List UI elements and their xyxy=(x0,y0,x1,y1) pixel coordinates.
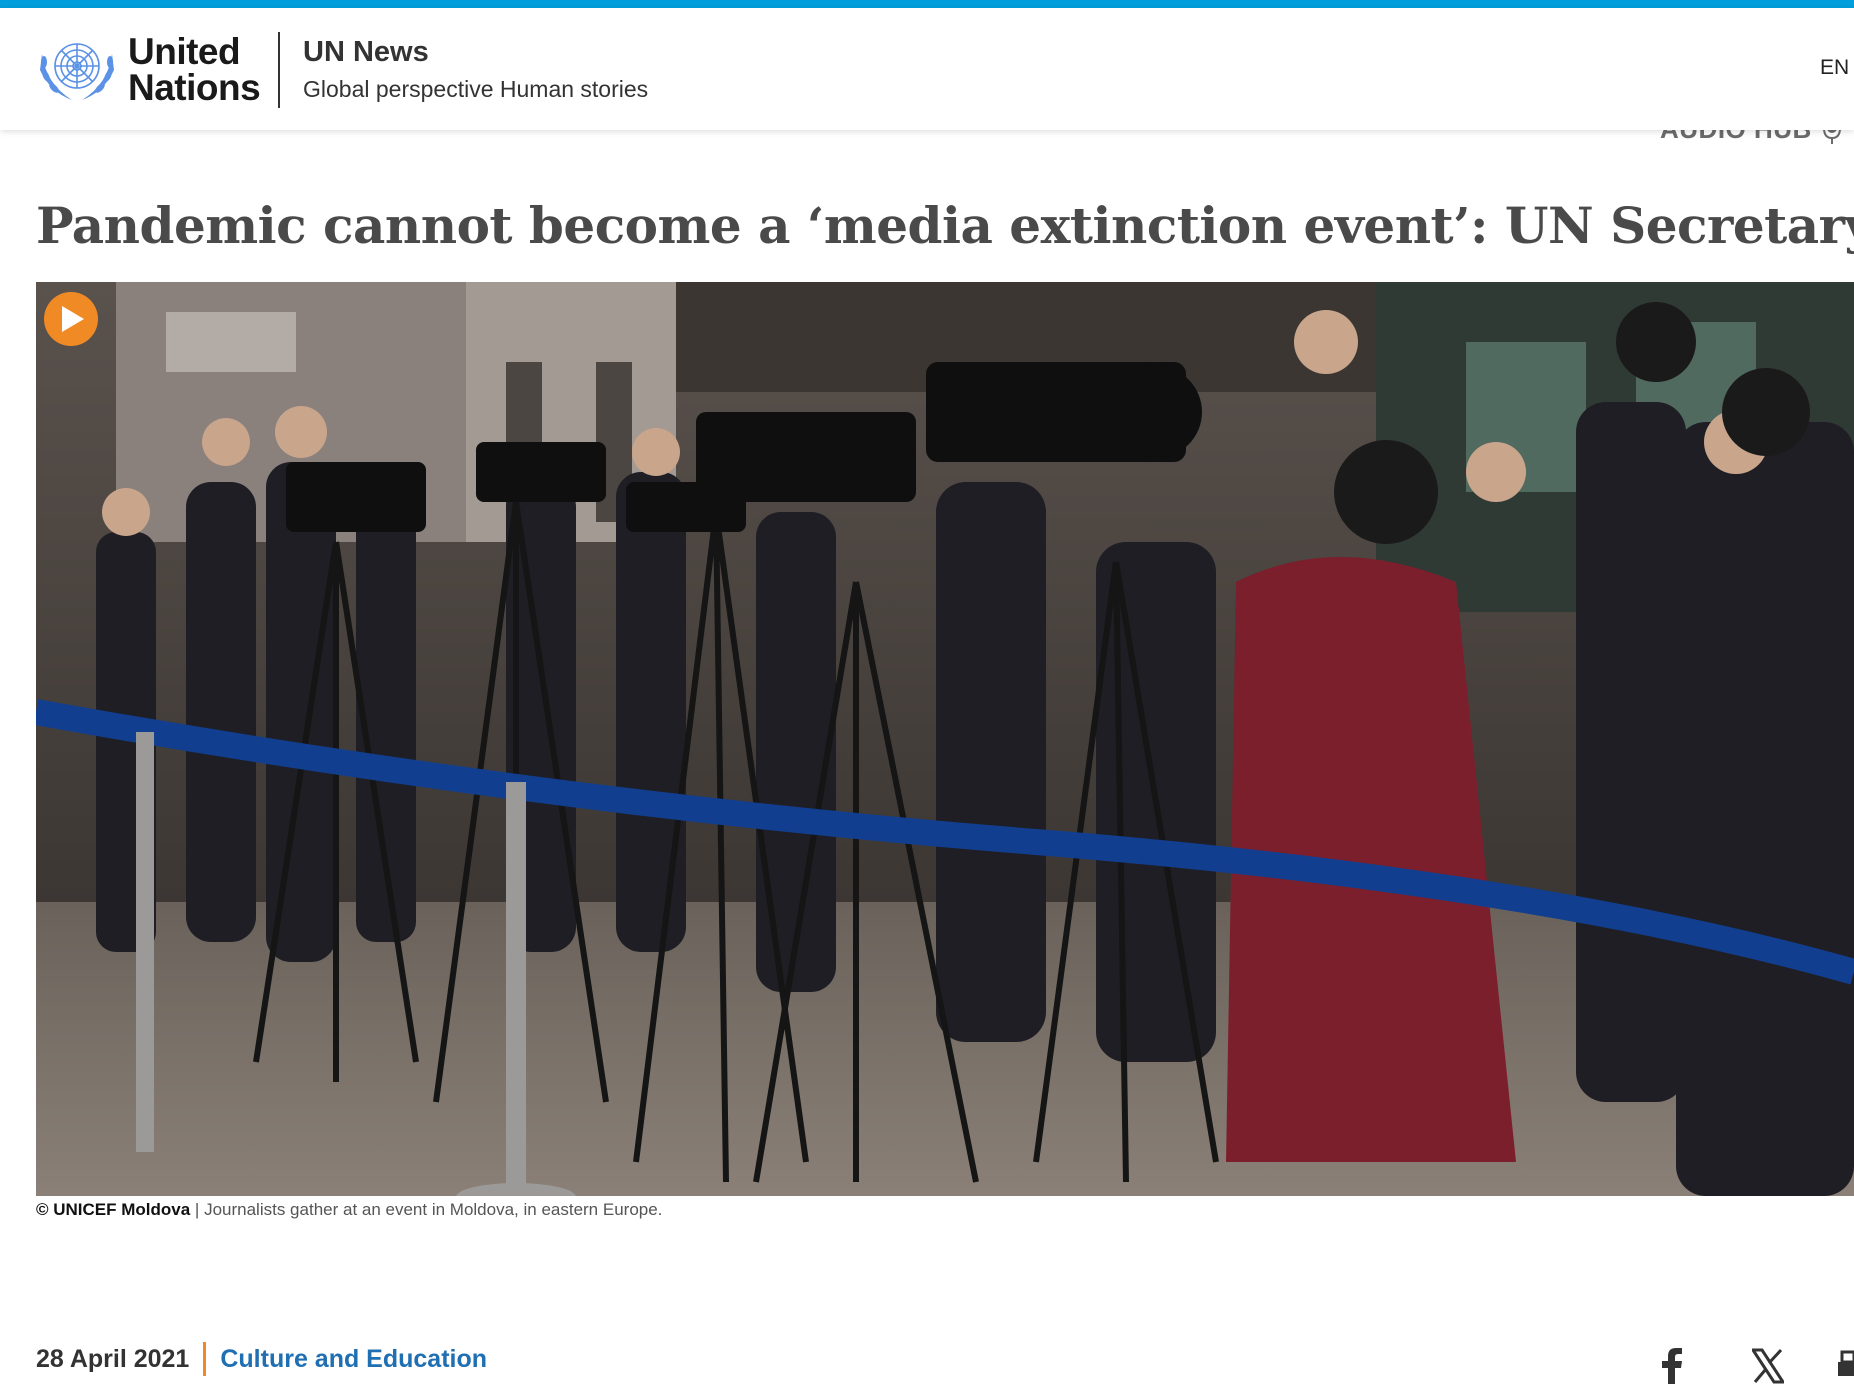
header-divider xyxy=(278,32,280,108)
caption-text: Journalists gather at an event in Moldov… xyxy=(204,1200,663,1219)
publish-date: 28 April 2021 xyxy=(36,1344,190,1373)
meta-divider xyxy=(203,1342,207,1376)
site-header: United Nations UN News Global perspectiv… xyxy=(0,8,1854,130)
top-accent-bar xyxy=(0,0,1854,8)
facebook-icon[interactable] xyxy=(1660,1348,1684,1384)
site-tagline: Global perspective Human stories xyxy=(303,76,649,102)
play-video-button[interactable] xyxy=(44,292,98,346)
hero-image xyxy=(36,282,1854,1196)
x-icon[interactable] xyxy=(1752,1348,1784,1384)
article-meta: 28 April 2021 Culture and Education xyxy=(36,1342,487,1376)
un-emblem-icon[interactable] xyxy=(36,34,118,106)
image-credit: © UNICEF Moldova xyxy=(36,1200,191,1219)
play-icon xyxy=(62,306,84,332)
image-caption: © UNICEF Moldova | Journalists gather at… xyxy=(36,1200,662,1220)
un-logo-wordmark[interactable]: United Nations xyxy=(128,31,261,108)
print-icon[interactable] xyxy=(1838,1348,1854,1384)
topic-link[interactable]: Culture and Education xyxy=(220,1345,487,1374)
article-headline: Pandemic cannot become a ‘media extincti… xyxy=(36,196,1854,255)
journalists-photo xyxy=(36,282,1854,1196)
logo-line-1: United xyxy=(128,31,241,72)
logo-line-2: Nations xyxy=(128,67,261,108)
caption-separator: | xyxy=(190,1200,205,1219)
site-name[interactable]: UN News xyxy=(303,36,429,69)
language-selector[interactable]: EN xyxy=(1820,56,1849,80)
